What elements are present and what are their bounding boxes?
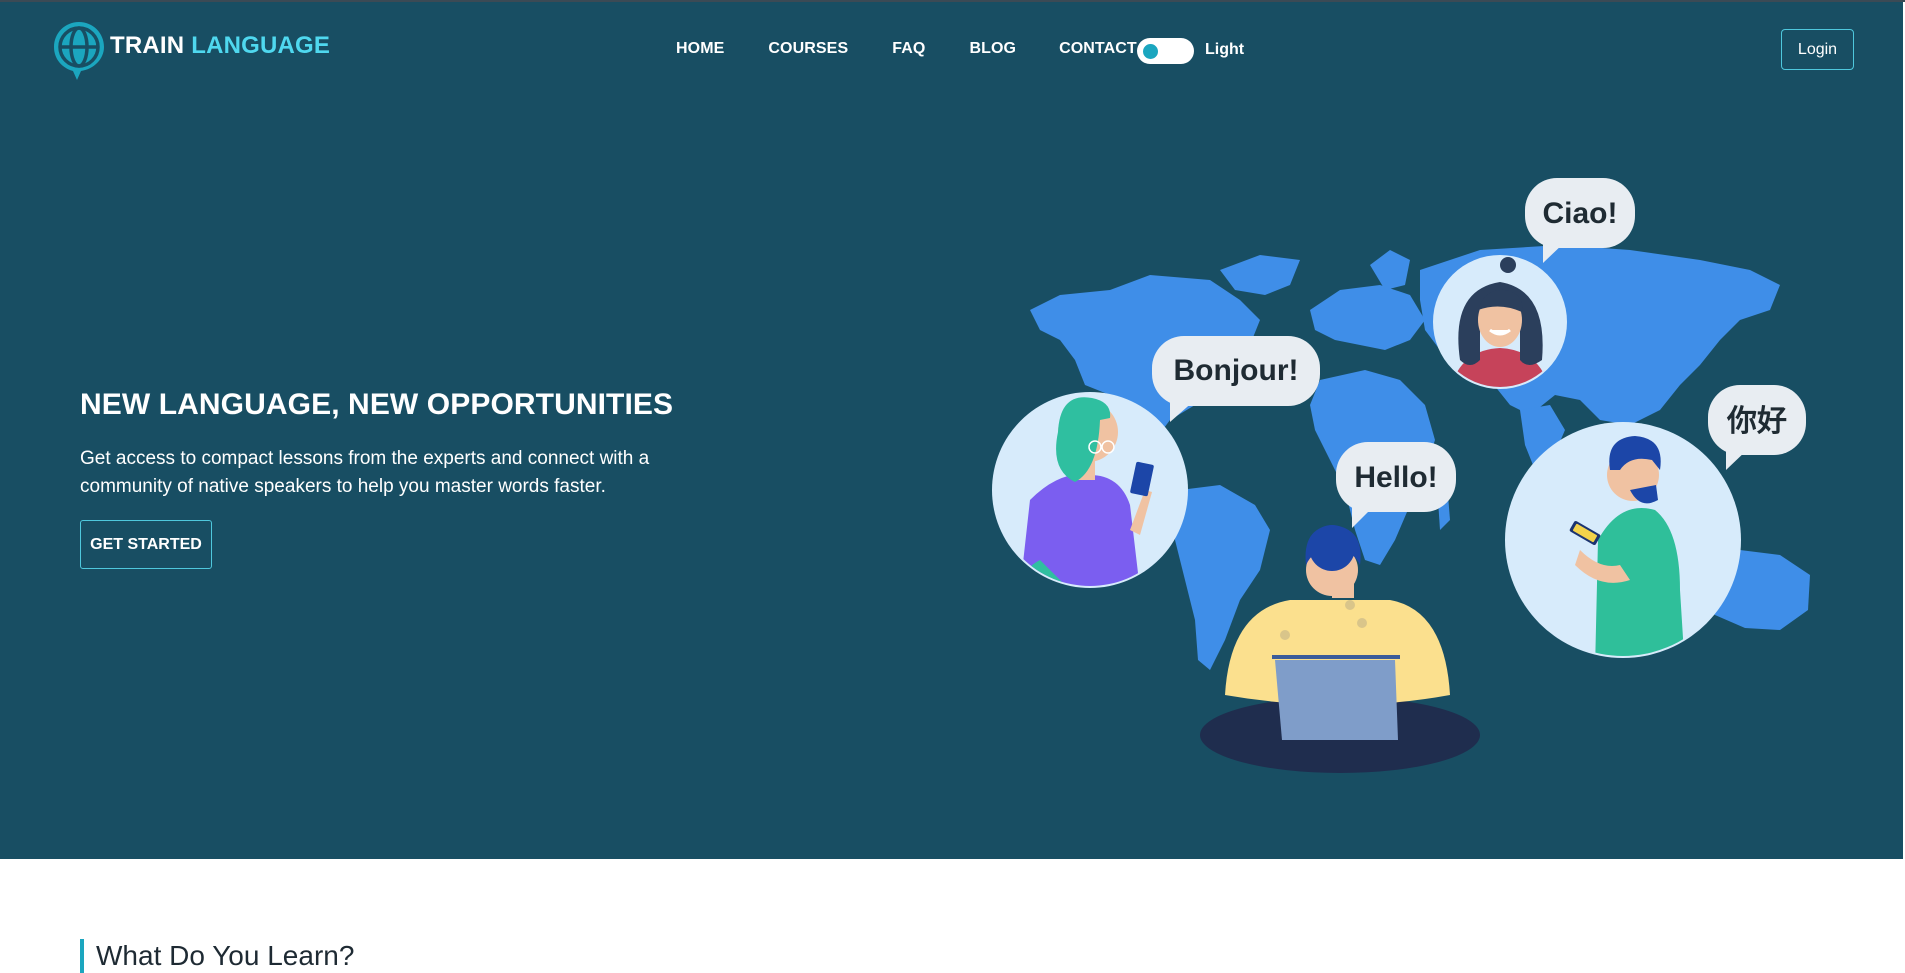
hero-description: Get access to compact lessons from the e… (80, 448, 650, 497)
main-nav: HOME COURSES FAQ BLOG CONTACT (676, 40, 1165, 58)
hero-title: NEW LANGUAGE, NEW OPPORTUNITIES (80, 388, 674, 421)
nav-item-courses[interactable]: COURSES (768, 40, 848, 58)
theme-toggle-label: Light (1205, 41, 1245, 58)
login-button[interactable]: Login (1781, 29, 1854, 70)
theme-toggle-knob (1143, 44, 1158, 59)
woman-smiling-illustration (1433, 255, 1567, 389)
bubble-text-bonjour: Bonjour! (1174, 354, 1299, 387)
speech-bubble-bonjour: Bonjour! (1152, 336, 1320, 422)
brand-logo[interactable]: TRAIN LANGUAGE (50, 18, 330, 84)
hero-illustration: Bonjour! Ciao! Hello! 你好 (992, 178, 1810, 773)
top-border (0, 0, 1905, 2)
brand-name: TRAIN LANGUAGE (110, 32, 330, 60)
bubble-text-hello: Hello! (1354, 461, 1437, 494)
section-title-what-do-you-learn: What Do You Learn? (80, 939, 354, 973)
hero-section: TRAIN LANGUAGE HOME COURSES FAQ BLOG CON… (0, 0, 1905, 859)
man-with-phone-illustration (1505, 422, 1741, 658)
globe-pin-icon (54, 22, 104, 80)
nav-item-blog[interactable]: BLOG (969, 40, 1016, 58)
nav-item-faq[interactable]: FAQ (892, 40, 925, 58)
get-started-button[interactable]: GET STARTED (80, 520, 212, 569)
theme-toggle[interactable] (1137, 38, 1194, 64)
bubble-text-nihao: 你好 (1726, 405, 1787, 438)
woman-reading-illustration (992, 392, 1188, 588)
bubble-text-ciao: Ciao! (1543, 197, 1618, 230)
speech-bubble-nihao: 你好 (1708, 385, 1806, 470)
nav-item-home[interactable]: HOME (676, 40, 724, 58)
brand-name-part1: TRAIN (110, 32, 185, 59)
brand-name-part2: LANGUAGE (191, 32, 331, 59)
nav-item-contact[interactable]: CONTACT (1059, 40, 1137, 58)
